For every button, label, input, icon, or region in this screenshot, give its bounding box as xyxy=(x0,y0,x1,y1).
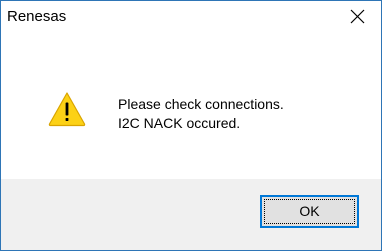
message-line-1: Please check connections. xyxy=(118,96,284,112)
dialog-message: Please check connections. I2C NACK occur… xyxy=(118,95,284,133)
ok-button[interactable]: OK xyxy=(260,195,359,228)
title-bar: Renesas xyxy=(1,1,381,31)
close-button[interactable] xyxy=(335,1,381,31)
message-line-2: I2C NACK occured. xyxy=(118,115,241,131)
message-dialog: Renesas Please check connections. I2C NA… xyxy=(0,0,382,251)
warning-icon xyxy=(48,92,86,127)
ok-button-label: OK xyxy=(299,203,320,219)
dialog-title: Renesas xyxy=(7,8,67,25)
button-area: OK xyxy=(1,179,381,250)
dialog-body: Please check connections. I2C NACK occur… xyxy=(1,31,381,179)
close-icon xyxy=(350,9,365,24)
